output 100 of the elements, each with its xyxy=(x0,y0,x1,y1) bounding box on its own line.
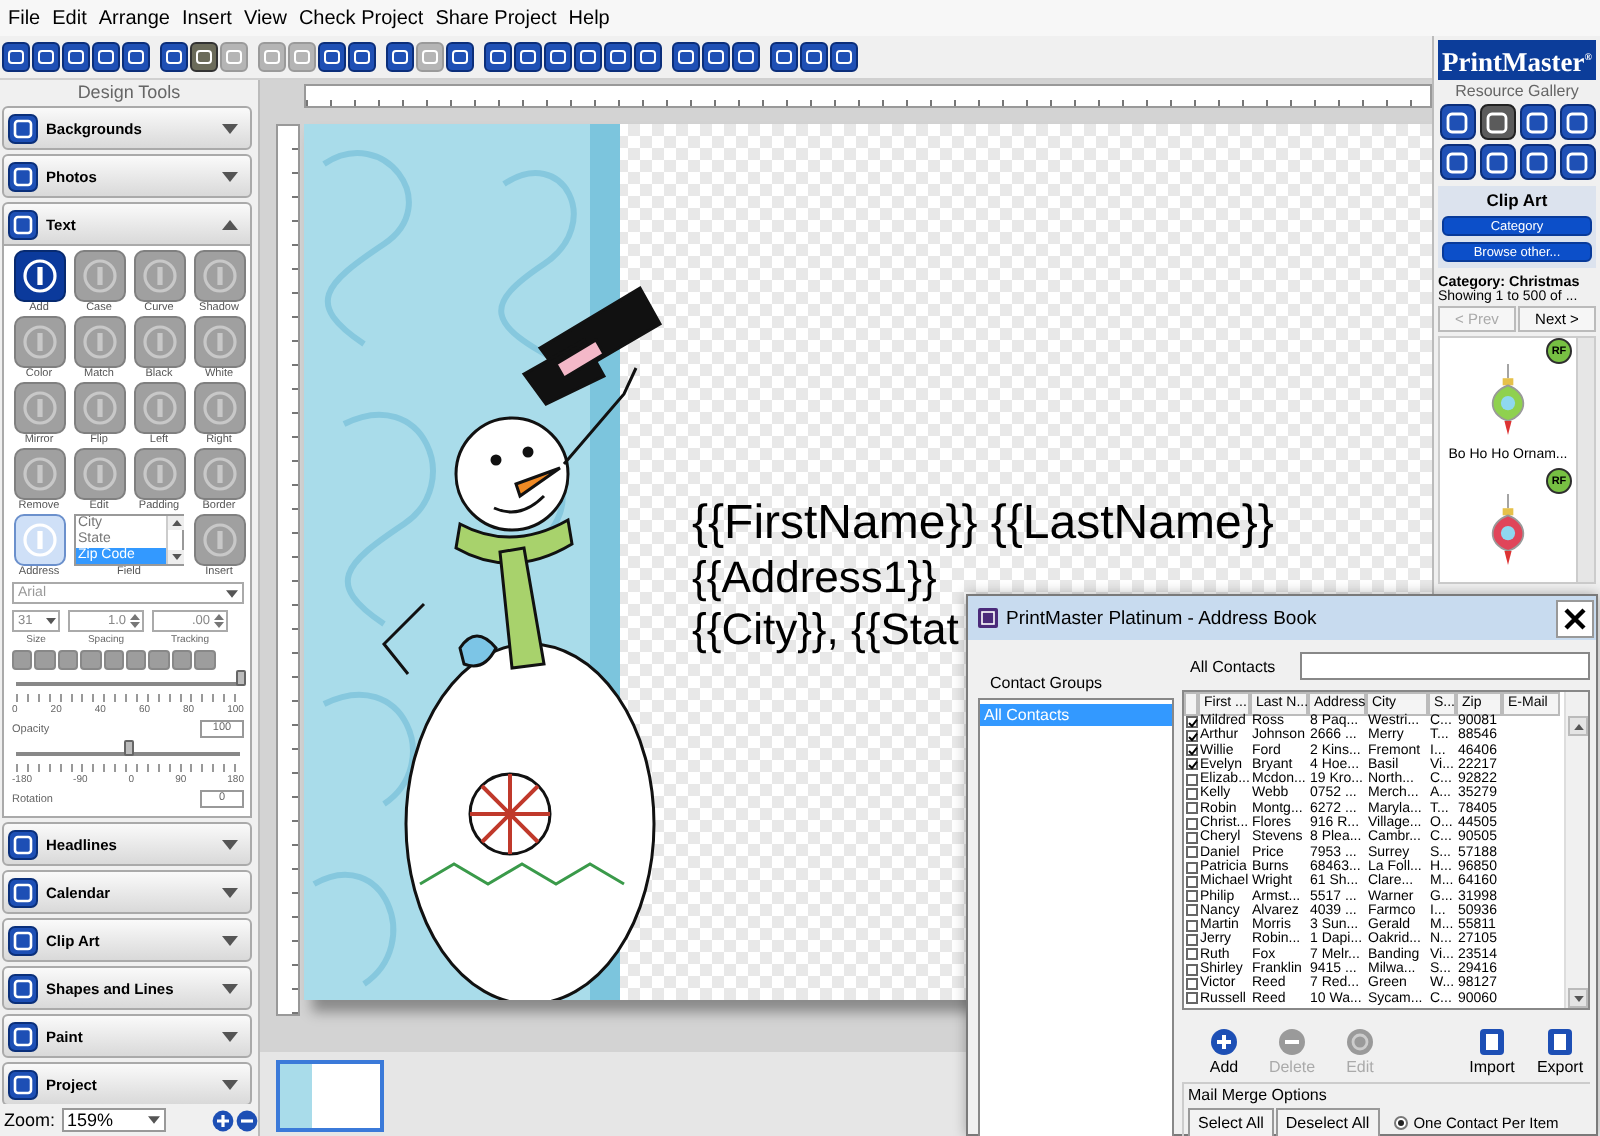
slider-thumb[interactable] xyxy=(235,670,245,686)
format-button[interactable] xyxy=(57,650,79,670)
format-button[interactable] xyxy=(148,650,170,670)
menu-item[interactable]: Edit xyxy=(46,7,93,29)
toolbar-button[interactable] xyxy=(484,42,512,72)
format-button[interactable] xyxy=(125,650,147,670)
toolbar-button[interactable] xyxy=(92,42,120,72)
row-checkbox[interactable] xyxy=(1186,861,1198,874)
menu-item[interactable]: Insert xyxy=(175,7,238,29)
toolbar-button[interactable] xyxy=(574,42,602,72)
source-button[interactable] xyxy=(1479,144,1515,180)
tile-icon xyxy=(8,973,38,1003)
toolbar-button[interactable] xyxy=(348,42,376,72)
format-button[interactable] xyxy=(80,650,102,670)
toolbar-button[interactable] xyxy=(386,42,414,72)
toolbar-button[interactable] xyxy=(122,42,150,72)
page-thumbnail[interactable] xyxy=(276,1060,384,1132)
caret-icon xyxy=(222,123,238,133)
format-button[interactable] xyxy=(171,650,193,670)
row-checkbox[interactable] xyxy=(1186,817,1198,830)
row-checkbox[interactable] xyxy=(1186,904,1198,917)
tile-icon xyxy=(1446,151,1468,173)
row-checkbox[interactable] xyxy=(1186,992,1198,1005)
row-checkbox[interactable] xyxy=(1186,788,1198,801)
menu-item[interactable]: View xyxy=(237,7,293,29)
document-icon xyxy=(1478,1028,1506,1056)
toolbar-button[interactable] xyxy=(672,42,700,72)
toolbar-button[interactable] xyxy=(62,42,90,72)
row-checkbox[interactable] xyxy=(1186,729,1198,742)
toolbar-button[interactable] xyxy=(770,42,798,72)
row-checkbox[interactable] xyxy=(1186,758,1198,771)
zoom-select[interactable]: 159% xyxy=(61,1108,166,1132)
menu-item[interactable]: Share Project xyxy=(429,7,563,29)
scroll-arrow-button[interactable] xyxy=(168,550,184,564)
toolbar-button[interactable] xyxy=(2,42,30,72)
toolbar-button[interactable] xyxy=(800,42,828,72)
source-button[interactable] xyxy=(1559,104,1595,140)
source-button[interactable] xyxy=(1439,144,1475,180)
menu-item[interactable]: Check Project xyxy=(292,7,430,29)
list-label: Contact Groups xyxy=(988,672,1105,696)
row-checkbox[interactable] xyxy=(1186,802,1198,815)
format-button[interactable] xyxy=(103,650,124,670)
menu-item[interactable]: Help xyxy=(562,7,616,29)
toolbar-button[interactable] xyxy=(32,42,60,72)
toolbar-button[interactable] xyxy=(634,42,662,72)
row-checkbox[interactable] xyxy=(1186,890,1198,903)
source-button[interactable] xyxy=(1439,104,1475,140)
slider-thumb[interactable] xyxy=(123,740,133,756)
circle-icon xyxy=(21,456,57,492)
tool-button[interactable] xyxy=(13,250,65,302)
zoom-out-icon[interactable] xyxy=(235,1109,258,1131)
row-checkbox[interactable] xyxy=(1186,963,1198,976)
menu-item[interactable]: File xyxy=(2,7,47,29)
source-button[interactable] xyxy=(1519,144,1555,180)
row-checkbox[interactable] xyxy=(1186,875,1198,888)
toolbar-button[interactable] xyxy=(160,42,188,72)
format-button[interactable] xyxy=(194,650,216,670)
menu-item[interactable]: Arrange xyxy=(92,7,176,29)
action-button[interactable]: Add xyxy=(1194,1016,1254,1076)
toolbar-button[interactable] xyxy=(830,42,858,72)
spinner-icon[interactable] xyxy=(214,614,224,628)
toolbar-button[interactable] xyxy=(446,42,474,72)
toolbar-button[interactable] xyxy=(732,42,760,72)
toolbar-button[interactable] xyxy=(514,42,542,72)
scroll-arrow-button[interactable] xyxy=(1568,988,1588,1008)
circle-icon xyxy=(201,456,237,492)
spinner-icon[interactable] xyxy=(130,614,140,628)
radio-button[interactable] xyxy=(1393,1116,1408,1130)
scroll-arrow-button[interactable] xyxy=(1568,716,1588,736)
row-checkbox[interactable] xyxy=(1186,948,1198,961)
caret-icon xyxy=(171,554,181,560)
select-button[interactable]: Deselect All xyxy=(1275,1108,1380,1136)
source-button[interactable] xyxy=(1559,144,1595,180)
row-checkbox[interactable] xyxy=(1186,831,1198,844)
toolbar-button[interactable] xyxy=(190,42,218,72)
format-button[interactable] xyxy=(12,650,33,670)
action-button[interactable]: Export xyxy=(1530,1016,1590,1076)
row-checkbox[interactable] xyxy=(1186,977,1198,990)
close-button[interactable] xyxy=(1556,599,1594,637)
tile-icon xyxy=(8,1069,38,1099)
zoom-in-icon[interactable] xyxy=(211,1109,234,1131)
format-button[interactable] xyxy=(34,650,56,670)
select-button[interactable]: Select All xyxy=(1188,1108,1274,1136)
tile-icon xyxy=(1566,111,1588,133)
source-button[interactable] xyxy=(1519,104,1555,140)
row-checkbox[interactable] xyxy=(1186,919,1198,932)
circle-icon xyxy=(81,258,117,294)
toolbar-button[interactable] xyxy=(318,42,346,72)
row-checkbox[interactable] xyxy=(1186,744,1198,757)
circle-icon xyxy=(21,522,57,558)
action-button[interactable]: Import xyxy=(1462,1016,1522,1076)
row-checkbox[interactable] xyxy=(1186,773,1198,786)
row-checkbox[interactable] xyxy=(1186,846,1198,859)
toolbar-button[interactable] xyxy=(702,42,730,72)
source-button[interactable] xyxy=(1479,104,1515,140)
row-checkbox[interactable] xyxy=(1186,934,1198,947)
search-field[interactable] xyxy=(1299,652,1590,680)
toolbar-button[interactable] xyxy=(604,42,632,72)
toolbar-button[interactable] xyxy=(544,42,572,72)
scroll-arrow-button[interactable] xyxy=(168,516,184,530)
